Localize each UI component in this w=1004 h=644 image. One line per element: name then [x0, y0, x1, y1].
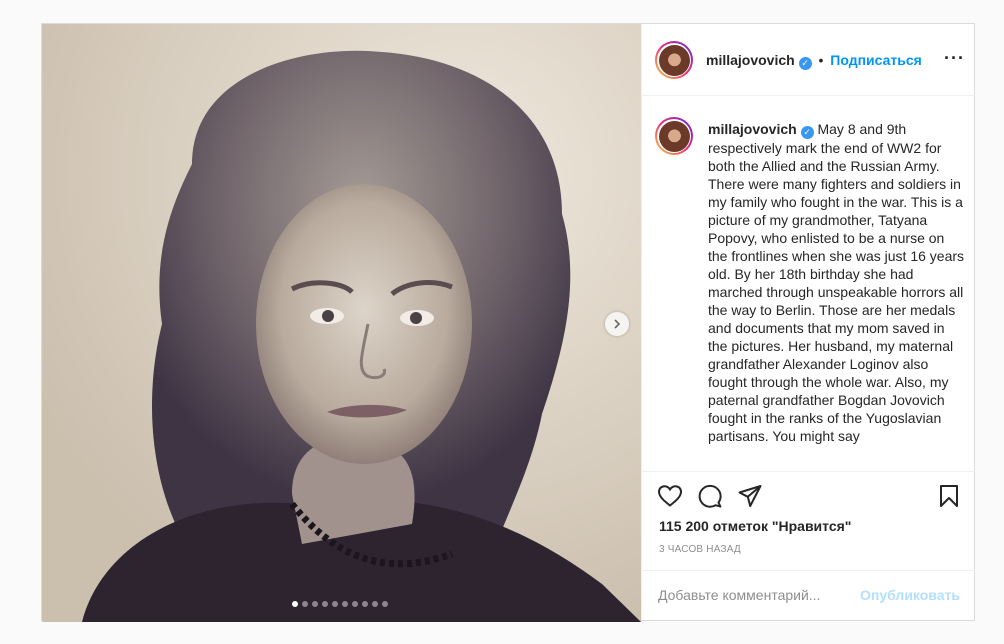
carousel-dot [302, 601, 308, 607]
carousel-dot [362, 601, 368, 607]
avatar-image [658, 120, 690, 152]
follow-button[interactable]: Подписаться [830, 52, 922, 68]
post-header: millajovovich ✓ • Подписаться ··· [642, 24, 975, 96]
author-avatar[interactable] [655, 41, 693, 79]
chevron-right-icon [614, 319, 621, 329]
portrait-photo [42, 24, 641, 622]
heart-icon[interactable] [657, 484, 683, 508]
carousel-dot [312, 601, 318, 607]
publish-button[interactable]: Опубликовать [860, 587, 960, 603]
post-caption: millajovovich ✓ May 8 and 9th respective… [708, 120, 966, 445]
caption-avatar[interactable] [655, 117, 693, 155]
avatar-frame [657, 43, 691, 77]
caption-username[interactable]: millajovovich [708, 121, 797, 137]
more-options-icon[interactable]: ··· [944, 49, 965, 67]
carousel-dot [372, 601, 378, 607]
bookmark-icon[interactable] [938, 484, 960, 508]
instagram-post: millajovovich ✓ • Подписаться ··· millaj… [41, 23, 975, 622]
carousel-dot [342, 601, 348, 607]
caption-text: May 8 and 9th respectively mark the end … [708, 121, 965, 444]
avatar-frame [657, 119, 691, 153]
author-username[interactable]: millajovovich [706, 52, 795, 68]
carousel-dot [322, 601, 328, 607]
comment-input[interactable] [658, 585, 858, 605]
comments-section[interactable]: millajovovich ✓ May 8 and 9th respective… [642, 96, 975, 472]
avatar-image [658, 44, 690, 76]
likes-count[interactable]: 115 200 отметок "Нравится" [659, 518, 851, 534]
comment-icon[interactable] [697, 484, 723, 508]
carousel-dot [332, 601, 338, 607]
header-separator: • [818, 52, 824, 68]
verified-badge-icon: ✓ [800, 125, 814, 139]
post-sidebar: millajovovich ✓ • Подписаться ··· millaj… [641, 24, 975, 620]
header-line: millajovovich ✓ • Подписаться [706, 52, 922, 70]
carousel-indicator [292, 601, 388, 607]
post-media[interactable] [42, 24, 641, 622]
post-timestamp[interactable]: 3 часов назад [659, 544, 741, 555]
carousel-dot-active [292, 601, 298, 607]
post-actions [642, 474, 975, 514]
carousel-dot [382, 601, 388, 607]
verified-badge-icon: ✓ [798, 57, 812, 70]
next-slide-button[interactable] [605, 312, 629, 336]
carousel-dot [352, 601, 358, 607]
share-icon[interactable] [737, 484, 763, 508]
add-comment-bar: Опубликовать [642, 570, 975, 620]
